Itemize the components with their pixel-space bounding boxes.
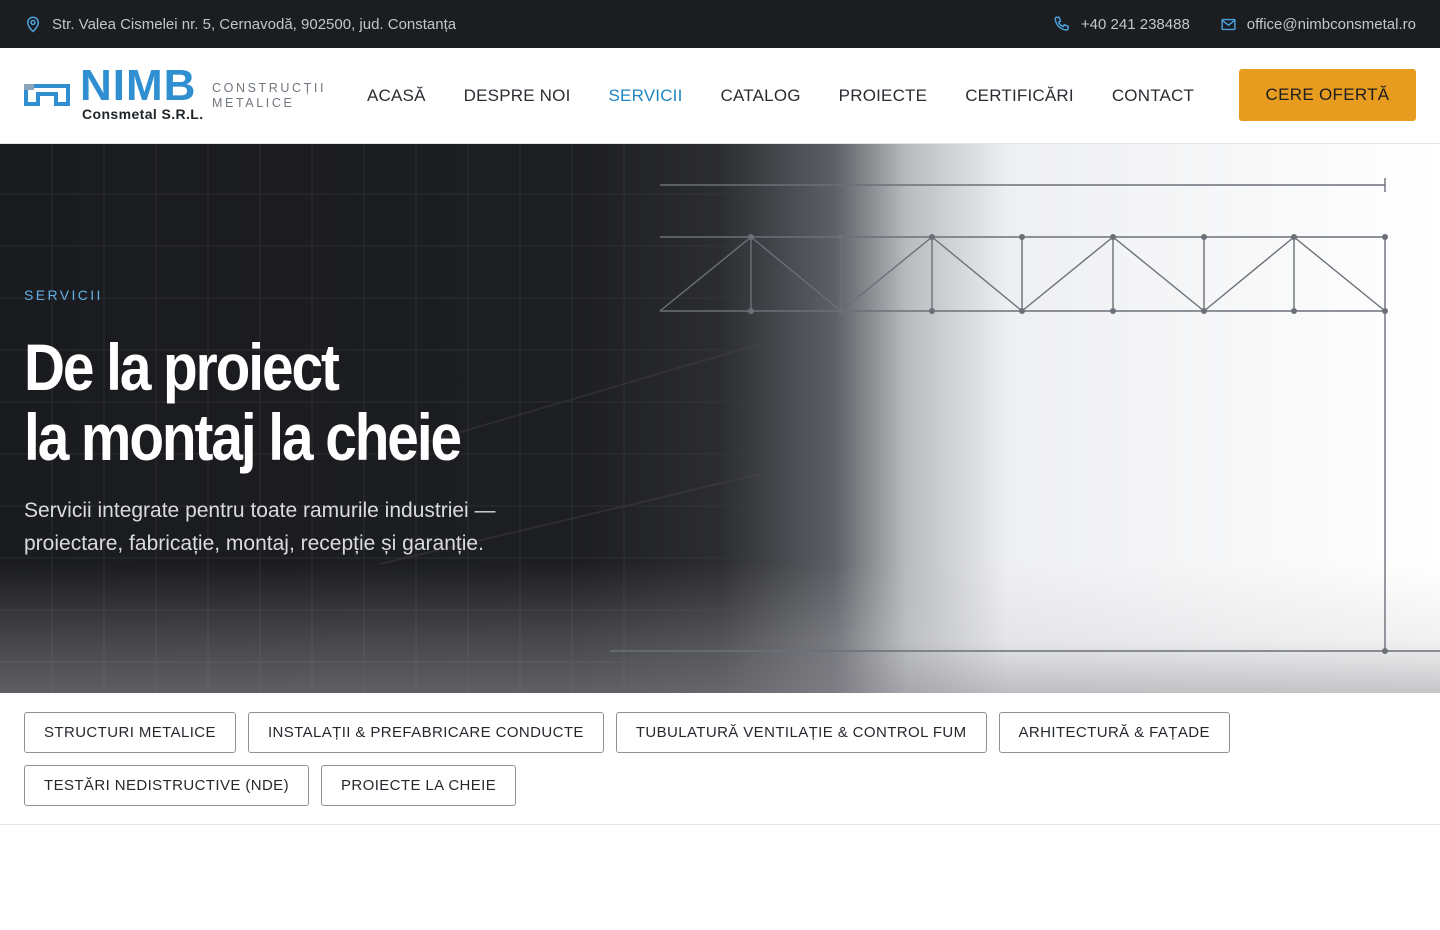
nav-item-despre-noi[interactable]: DESPRE NOI bbox=[464, 86, 571, 106]
phone-icon bbox=[1054, 16, 1069, 31]
logo-mark-icon bbox=[24, 84, 70, 106]
service-tag-proiecte-la-cheie[interactable]: PROIECTE LA CHEIE bbox=[320, 765, 517, 806]
hero-eyebrow: SERVICII bbox=[24, 287, 103, 303]
address-text: Str. Valea Cismelei nr. 5, Cernavodă, 90… bbox=[52, 15, 457, 33]
hero: SERVICII De la proiect la montaj la chei… bbox=[0, 144, 1440, 693]
main-nav: ACASĂ DESPRE NOI SERVICII CATALOG PROIEC… bbox=[367, 48, 1232, 143]
service-tag-structuri-metalice[interactable]: STRUCTURI METALICE bbox=[24, 712, 236, 753]
service-tag-arhitectura[interactable]: ARHITECTURĂ & FAȚADE bbox=[998, 712, 1230, 753]
map-pin-icon bbox=[26, 16, 40, 33]
hero-title-line1: De la proiect bbox=[24, 330, 340, 404]
service-tag-instalatii[interactable]: INSTALAȚII & PREFABRICARE CONDUCTE bbox=[247, 712, 604, 753]
section-divider bbox=[0, 824, 1440, 825]
phone-text: +40 241 238488 bbox=[1080, 15, 1190, 33]
mail-icon bbox=[1221, 18, 1236, 30]
hero-title: De la proiect la montaj la cheie bbox=[24, 330, 462, 474]
service-tag-testari-nde[interactable]: TESTĂRI NEDISTRUCTIVE (NDE) bbox=[24, 765, 309, 806]
hero-lead: Servicii integrate pentru toate ramurile… bbox=[24, 499, 496, 555]
request-offer-button[interactable]: CERE OFERTĂ bbox=[1239, 69, 1416, 121]
email-text: office@nimbconsmetal.ro bbox=[1246, 15, 1416, 33]
nav-item-contact[interactable]: CONTACT bbox=[1112, 86, 1194, 106]
nav-item-acasa[interactable]: ACASĂ bbox=[367, 86, 426, 106]
phone-link[interactable]: +40 241 238488 bbox=[1053, 15, 1190, 33]
top-bar: Str. Valea Cismelei nr. 5, Cernavodă, 90… bbox=[0, 0, 1440, 48]
service-tag-tubulatura[interactable]: TUBULATURĂ VENTILAȚIE & CONTROL FUM bbox=[615, 712, 987, 753]
service-tags: STRUCTURI METALICE INSTALAȚII & PREFABRI… bbox=[24, 712, 1416, 806]
nav-item-servicii[interactable]: SERVICII bbox=[609, 86, 683, 106]
logo-tagline-line1: CONSTRUCȚII bbox=[212, 81, 327, 95]
nav-item-proiecte[interactable]: PROIECTE bbox=[839, 86, 928, 106]
hero-title-line2: la montaj la cheie bbox=[24, 400, 462, 474]
nav-item-certificari[interactable]: CERTIFICĂRI bbox=[965, 86, 1074, 106]
logo-name: NIMB bbox=[80, 61, 197, 110]
site-header: NIMB Consmetal S.R.L. CONSTRUCȚII METALI… bbox=[0, 48, 1440, 144]
address-block: Str. Valea Cismelei nr. 5, Cernavodă, 90… bbox=[24, 0, 456, 48]
logo-tagline: CONSTRUCȚII METALICE bbox=[212, 81, 326, 111]
logo-company: Consmetal S.R.L. bbox=[82, 106, 204, 122]
nav-item-catalog[interactable]: CATALOG bbox=[721, 86, 801, 106]
logo[interactable]: NIMB Consmetal S.R.L. CONSTRUCȚII METALI… bbox=[24, 61, 326, 126]
email-link[interactable]: office@nimbconsmetal.ro bbox=[1220, 16, 1416, 33]
logo-tagline-line2: METALICE bbox=[212, 96, 295, 110]
